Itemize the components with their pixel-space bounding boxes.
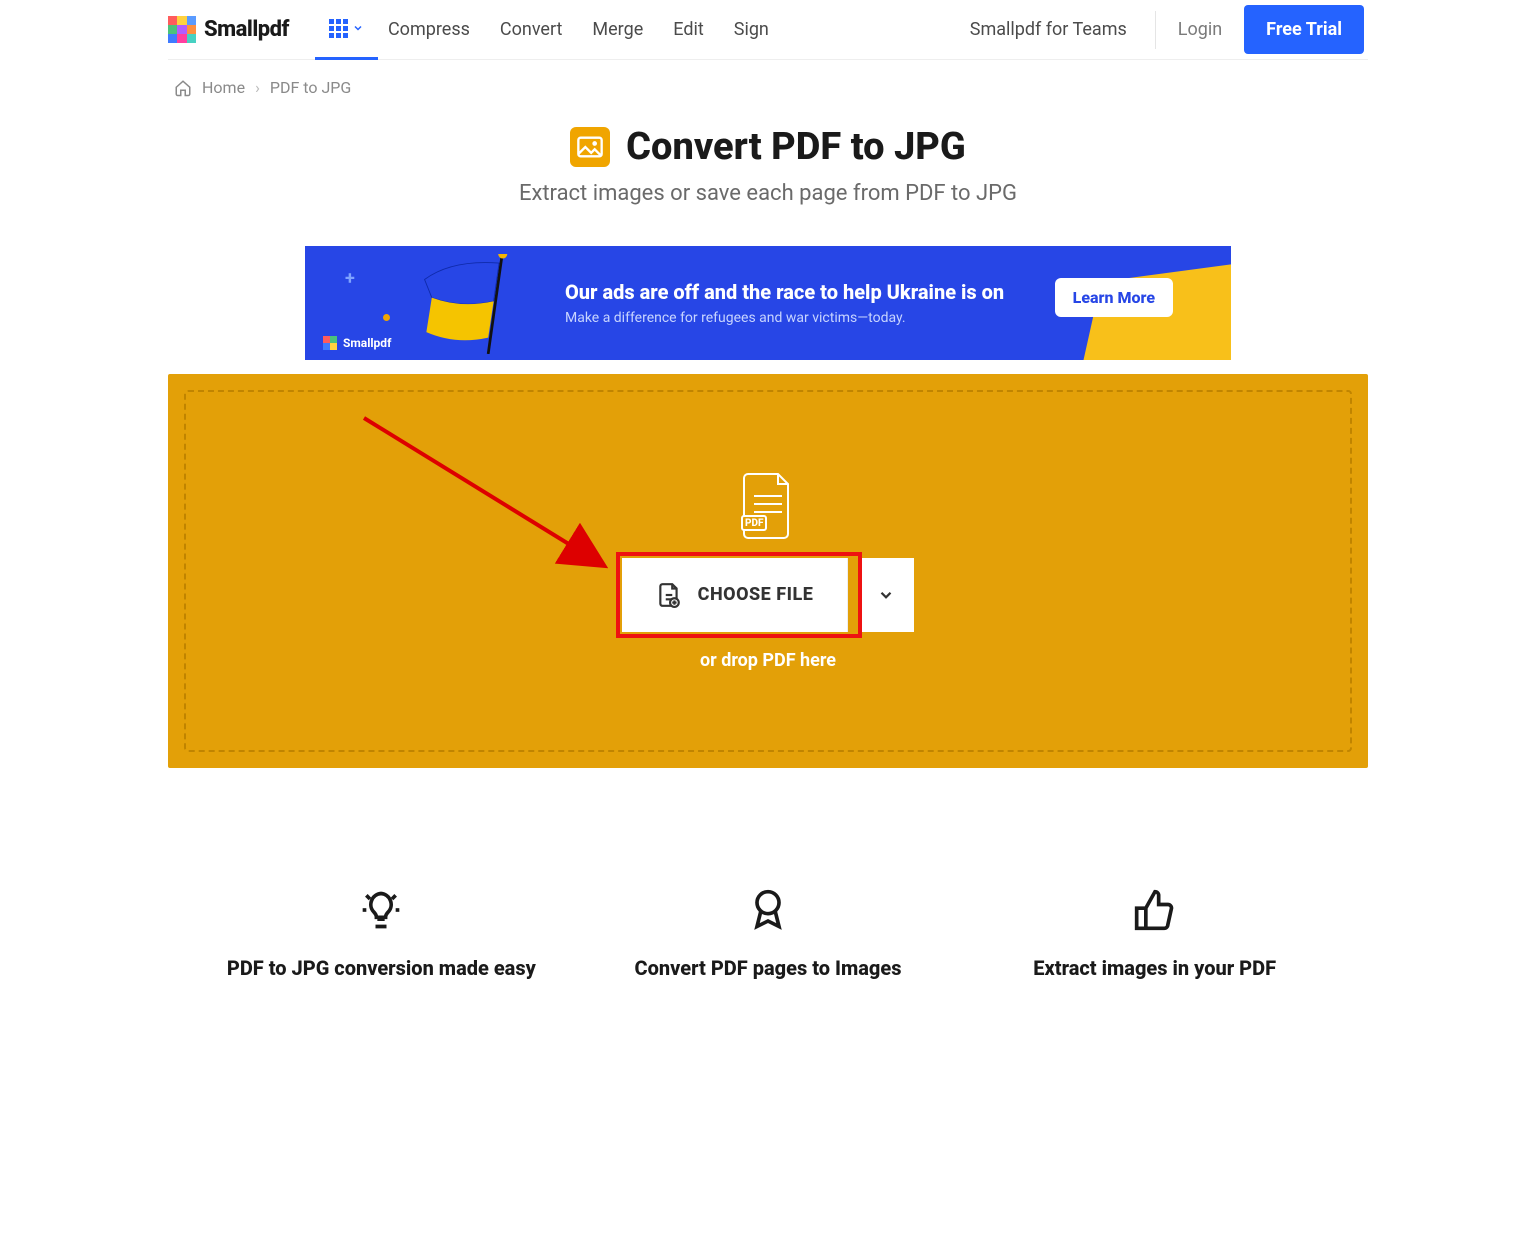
breadcrumb-current: PDF to JPG [270,78,351,97]
login-link[interactable]: Login [1178,19,1222,40]
features-row: PDF to JPG conversion made easy Convert … [168,888,1368,980]
feature-easy: PDF to JPG conversion made easy [208,888,555,980]
feature-easy-title: PDF to JPG conversion made easy [208,956,555,980]
upload-source-dropdown[interactable] [858,558,914,632]
brand-name: Smallpdf [204,17,289,42]
choose-file-label: CHOOSE FILE [698,584,814,605]
banner-mini-brand: Smallpdf [323,336,391,350]
header-bar: Smallpdf Compress Convert Merge Edit Sig… [168,0,1368,60]
logo-icon [323,336,337,350]
primary-nav: Compress Convert Merge Edit Sign [388,19,769,40]
breadcrumb-separator: › [255,78,260,97]
chevron-down-icon [352,22,364,34]
dot-icon [383,314,390,321]
brand-logo[interactable]: Smallpdf [168,16,289,44]
ukraine-flag-icon [415,254,525,354]
upload-panel: PDF CHOOSE FILE or drop PDF here [168,374,1368,768]
page-subtitle: Extract images or save each page from PD… [168,181,1368,206]
nav-edit[interactable]: Edit [673,19,703,40]
page-heading: Convert PDF to JPG Extract images or sav… [168,125,1368,206]
medal-icon [746,888,790,932]
sparkle-icon: + [345,268,355,289]
breadcrumb-home[interactable]: Home [202,78,245,97]
free-trial-button[interactable]: Free Trial [1244,5,1364,54]
nav-teams[interactable]: Smallpdf for Teams [970,19,1127,40]
feature-extract-title: Extract images in your PDF [981,956,1328,980]
tools-grid-menu[interactable] [315,0,378,60]
dropzone[interactable]: PDF CHOOSE FILE or drop PDF here [184,390,1352,752]
header-divider [1155,11,1156,49]
breadcrumb: Home › PDF to JPG [168,60,1368,125]
page-title: Convert PDF to JPG [626,125,966,169]
logo-icon [168,16,196,44]
jpg-tool-icon [570,127,610,167]
dropzone-hint: or drop PDF here [700,650,836,671]
feature-extract: Extract images in your PDF [981,888,1328,980]
upload-button-group: CHOOSE FILE [622,558,915,632]
feature-pages-title: Convert PDF pages to Images [595,956,942,980]
file-add-icon [656,582,682,608]
banner-headline: Our ads are off and the race to help Ukr… [565,280,1004,304]
nav-compress[interactable]: Compress [388,19,470,40]
grid-icon [329,19,348,38]
banner-cta-button[interactable]: Learn More [1055,278,1173,317]
nav-sign[interactable]: Sign [734,19,769,40]
choose-file-button[interactable]: CHOOSE FILE [622,558,849,632]
banner-mini-brand-text: Smallpdf [343,336,391,350]
lightbulb-icon [359,888,403,932]
pdf-badge-text: PDF [745,518,763,529]
nav-merge[interactable]: Merge [592,19,643,40]
nav-convert[interactable]: Convert [500,19,563,40]
chevron-down-icon [877,586,895,604]
feature-pages: Convert PDF pages to Images [595,888,942,980]
thumbs-up-icon [1133,888,1177,932]
pdf-file-icon: PDF [740,472,796,540]
promo-banner: + + Our ads are off and the race to help… [305,246,1231,360]
banner-subtext: Make a difference for refugees and war v… [565,310,1004,326]
home-icon [174,79,192,97]
